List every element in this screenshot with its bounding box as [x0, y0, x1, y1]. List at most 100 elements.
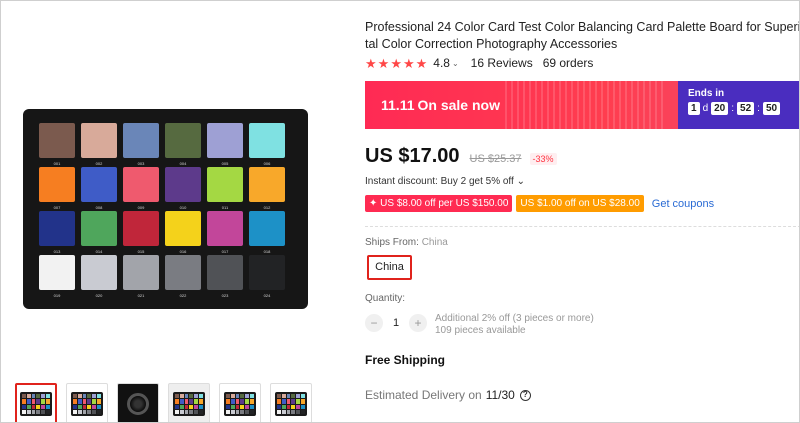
star-icon: ★	[415, 55, 428, 71]
patch-number: 006	[263, 161, 271, 166]
mini-patch	[73, 394, 77, 399]
chevron-down-icon[interactable]: ⌄	[452, 59, 459, 68]
thumbnail-card-side[interactable]	[270, 383, 312, 422]
current-price: US $17.00	[365, 145, 460, 167]
quantity-stepper: − 1 +	[365, 314, 427, 332]
ends-in-label: Ends in	[688, 88, 725, 99]
color-patch: 023	[207, 255, 243, 298]
mini-patch	[199, 409, 203, 414]
countdown-days: 1	[688, 102, 700, 115]
mini-patch	[291, 394, 296, 399]
mini-patch	[199, 394, 203, 399]
main-product-image[interactable]: 001 002 003 004 005 006 007 008 009 010 011 012 013 0…	[23, 109, 308, 309]
thumbnail-card-angle[interactable]	[219, 383, 261, 422]
patch-number: 023	[221, 293, 229, 298]
mini-patch	[281, 409, 286, 414]
product-title-line: Professional 24 Color Card Test Color Ba…	[365, 20, 800, 34]
mini-patch	[92, 404, 97, 409]
mini-patch	[77, 409, 82, 414]
thumbnail-swatch-grid	[275, 392, 307, 416]
quantity-info: Additional 2% off (3 pieces or more) 109…	[435, 313, 594, 337]
color-patch: 011	[207, 167, 243, 210]
mini-patch	[92, 394, 97, 399]
mini-patch	[73, 399, 77, 404]
mini-patch	[189, 399, 194, 404]
mini-patch	[301, 404, 305, 409]
ships-from-option-china[interactable]: China	[367, 255, 412, 280]
star-rating: ★ ★ ★ ★ ★	[365, 57, 427, 70]
estimated-delivery: Estimated Delivery on 11/30 ?	[365, 388, 531, 402]
countdown-minutes: 52	[737, 102, 755, 115]
decrease-quantity-button[interactable]: −	[365, 314, 383, 332]
mini-patch	[46, 399, 50, 404]
mini-patch	[184, 404, 189, 409]
coupon-badge[interactable]: US $1.00 off on US $28.00	[516, 195, 644, 212]
patch-number: 004	[179, 161, 187, 166]
mini-patch	[240, 394, 245, 399]
get-coupons-link[interactable]: Get coupons	[652, 198, 714, 210]
mini-patch	[286, 399, 291, 404]
divider	[365, 226, 799, 227]
mini-patch	[240, 399, 245, 404]
mini-patch	[296, 394, 301, 399]
rating-value[interactable]: 4.8	[433, 56, 450, 70]
thumbnail-card-pieces[interactable]	[168, 383, 210, 422]
patch-number: 005	[221, 161, 229, 166]
mini-patch	[46, 394, 50, 399]
patch-number: 016	[179, 249, 187, 254]
color-patch: 009	[123, 167, 159, 210]
mini-patch	[240, 404, 245, 409]
mini-patch	[82, 399, 87, 404]
mini-patch	[245, 409, 250, 414]
thumbnail-card-front[interactable]	[66, 383, 108, 422]
mini-patch	[235, 409, 240, 414]
mini-patch	[230, 394, 235, 399]
mini-patch	[87, 404, 92, 409]
sale-banner: 11.11 On sale now Ends in 1 d 20 : 52 : 5…	[365, 81, 799, 129]
increase-quantity-button[interactable]: +	[409, 314, 427, 332]
mini-patch	[194, 394, 199, 399]
color-patch: 003	[123, 123, 159, 166]
mini-patch	[73, 404, 77, 409]
mini-patch	[87, 394, 92, 399]
color-patch: 019	[39, 255, 75, 298]
mini-patch	[179, 409, 184, 414]
mini-patch	[277, 399, 281, 404]
mini-patch	[230, 404, 235, 409]
color-patch: 018	[249, 211, 285, 254]
bulk-discount-note: Additional 2% off (3 pieces or more)	[435, 313, 594, 324]
reviews-link[interactable]: 16 Reviews	[471, 56, 533, 70]
ships-from-label: Ships From: China	[365, 237, 448, 248]
discount-badge: -33%	[529, 153, 557, 165]
estimated-delivery-date: 11/30	[485, 388, 515, 402]
mini-patch	[175, 404, 179, 409]
mini-patch	[199, 399, 203, 404]
mini-patch	[235, 399, 240, 404]
quantity-input[interactable]: 1	[383, 317, 409, 329]
ships-from-value: China	[421, 237, 448, 248]
mini-patch	[291, 404, 296, 409]
banner-decoration	[505, 81, 665, 129]
mini-patch	[92, 409, 97, 414]
coupon-row: ✦ US $8.00 off per US $150.00 US $1.00 o…	[365, 195, 714, 212]
question-icon[interactable]: ?	[519, 389, 531, 401]
original-price: US $25.37	[469, 153, 522, 165]
thumbnail-color-card[interactable]	[15, 383, 57, 422]
star-icon: ★	[377, 55, 390, 71]
thumbnail-lens-photo[interactable]	[117, 383, 159, 422]
star-icon: ★	[365, 55, 377, 71]
color-patch: 014	[81, 211, 117, 254]
patch-number: 007	[53, 205, 61, 210]
instant-discount[interactable]: Instant discount: Buy 2 get 5% off ⌄	[365, 176, 525, 187]
mini-patch	[97, 399, 101, 404]
mini-patch	[194, 399, 199, 404]
mini-patch	[46, 409, 50, 414]
color-patch: 015	[123, 211, 159, 254]
mini-patch	[189, 394, 194, 399]
mini-patch	[277, 394, 281, 399]
mini-patch	[245, 404, 250, 409]
store-coupon-badge[interactable]: ✦ US $8.00 off per US $150.00	[365, 195, 513, 212]
mini-patch	[73, 409, 77, 414]
patch-number: 014	[95, 249, 103, 254]
mini-patch	[22, 394, 26, 399]
